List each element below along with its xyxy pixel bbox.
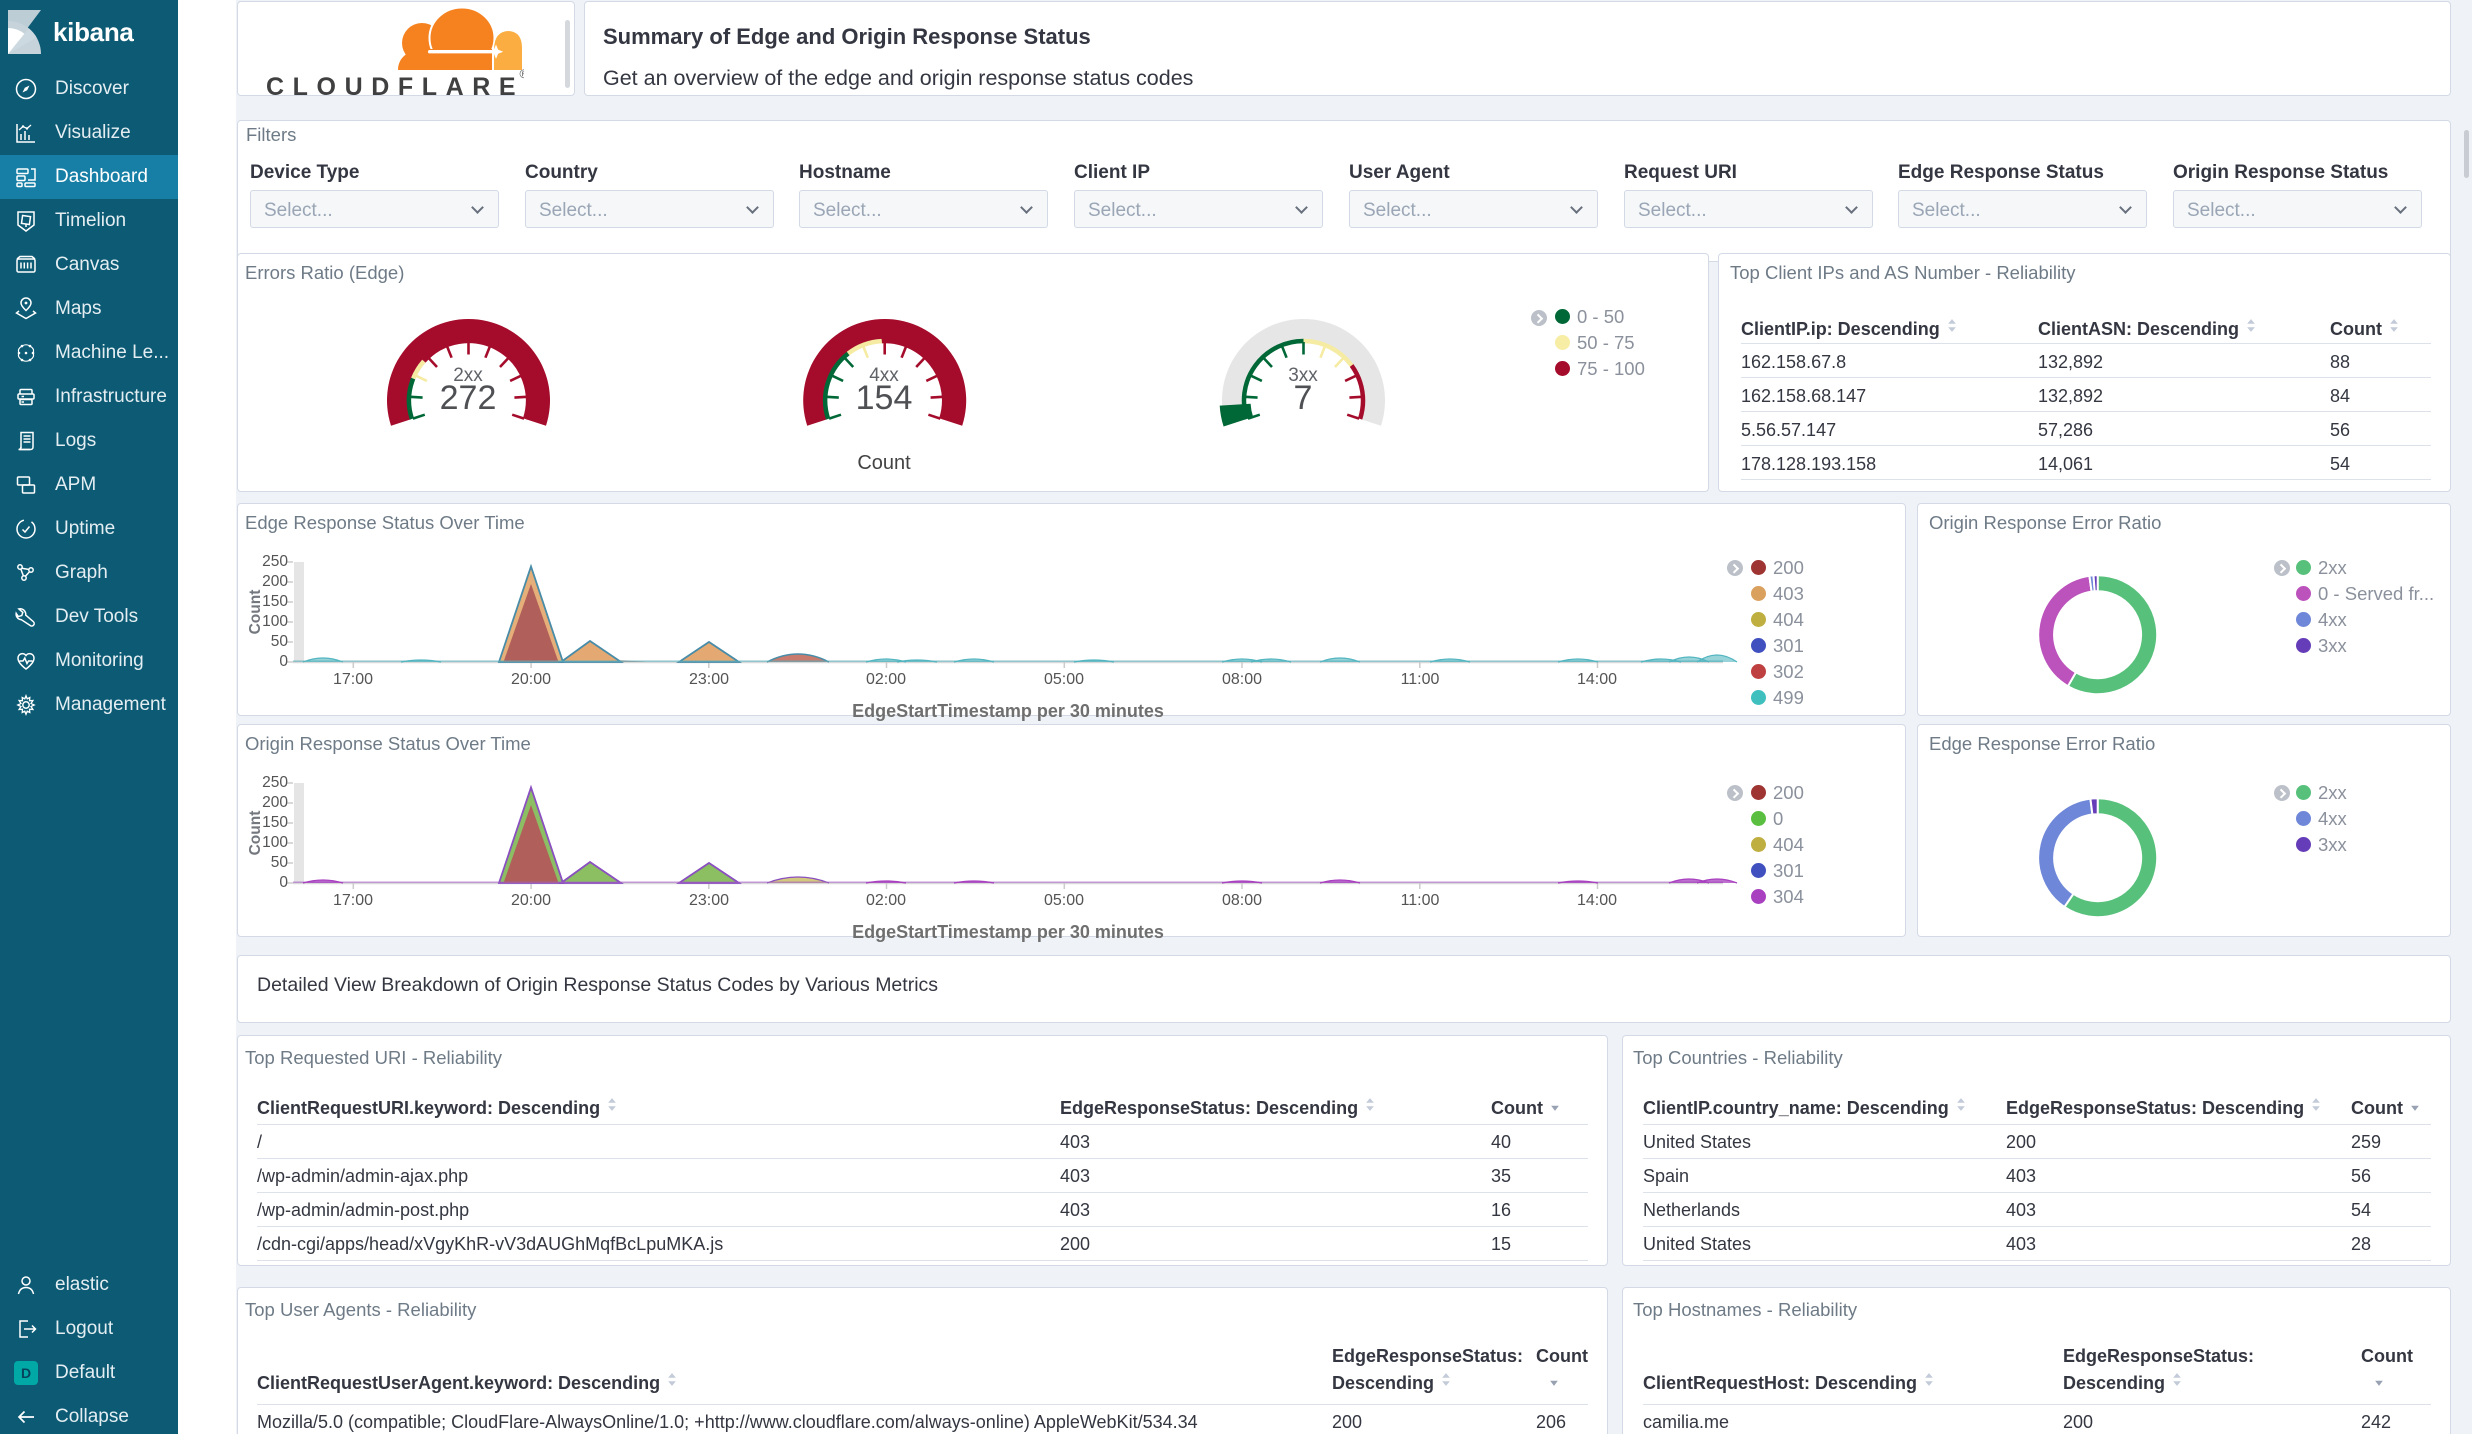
svg-text:®: ® — [520, 67, 525, 81]
svg-text:CLOUDFLARE: CLOUDFLARE — [266, 73, 524, 96]
svg-text:D: D — [21, 1365, 31, 1381]
